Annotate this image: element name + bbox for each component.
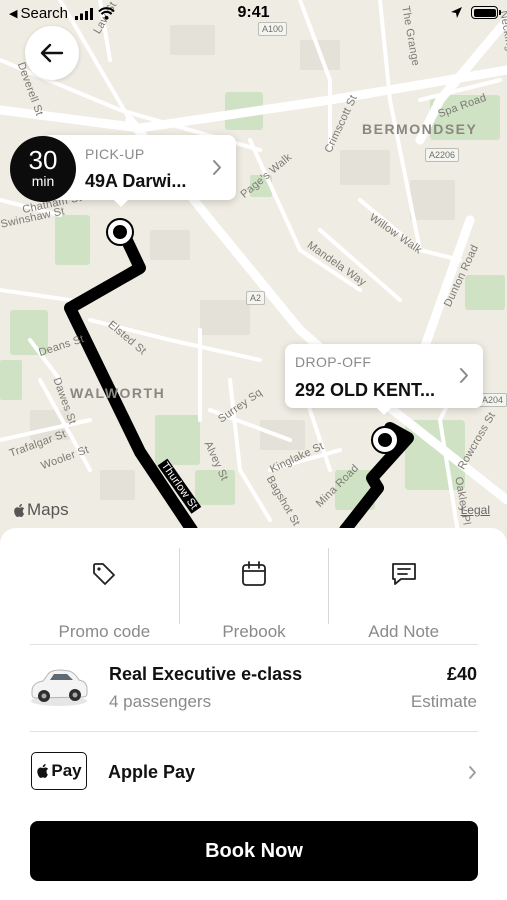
apple-pay-badge-text: Pay (51, 761, 82, 780)
quick-actions: Promo code Prebook Add Note (30, 548, 478, 641)
passenger-count: 4 passengers (109, 692, 212, 711)
apple-logo-icon (37, 763, 49, 778)
booking-sheet: Promo code Prebook Add Note Real Executi… (0, 528, 507, 900)
card-pointer (376, 407, 392, 415)
promo-code-label: Promo code (58, 622, 151, 641)
eta-unit: min (31, 173, 55, 189)
book-now-button[interactable]: Book Now (30, 821, 478, 881)
road-badge: A2 (246, 291, 266, 305)
map-background (0, 0, 507, 545)
pickup-address: 49A Darwi... (85, 171, 187, 191)
dropoff-card[interactable]: DROP-OFF 292 OLD KENT... (285, 344, 483, 415)
dropoff-address: 292 OLD KENT... (295, 380, 436, 400)
legal-link[interactable]: Legal (461, 503, 490, 517)
battery-icon (471, 6, 501, 19)
maps-attribution: Maps (13, 500, 69, 520)
add-note-label: Add Note (368, 622, 440, 641)
clock: 9:41 (237, 4, 270, 21)
route-map[interactable]: Deverell St Chatham St Elsted St Deans S… (0, 0, 507, 545)
chevron-right-icon (469, 766, 476, 779)
apple-pay-badge: Pay (31, 752, 87, 790)
tag-icon (93, 563, 116, 585)
apple-logo-icon (14, 503, 25, 517)
eta-value: 30 (28, 145, 58, 175)
divider (30, 644, 478, 645)
arrow-left-icon (40, 43, 64, 63)
payment-method-label: Apple Pay (108, 762, 196, 782)
fare-price: £40 (446, 664, 477, 684)
vehicle-image (31, 669, 88, 706)
area-label-walworth: WALWORTH (70, 385, 166, 401)
add-note-button[interactable]: Add Note (329, 548, 478, 641)
fare-note: Estimate (410, 692, 477, 711)
chevron-right-icon (460, 368, 468, 383)
note-icon (391, 563, 416, 585)
calendar-icon (242, 561, 266, 586)
eta-badge: 30 min (10, 136, 76, 202)
maps-brand: Maps (27, 500, 69, 519)
chevron-right-icon (213, 160, 221, 175)
status-bar: ◀ Search 9:41 (0, 0, 507, 28)
divider (30, 731, 478, 732)
vehicle-name: Real Executive e-class (109, 664, 303, 684)
road-badge: A2206 (425, 148, 460, 162)
prebook-button[interactable]: Prebook (180, 548, 329, 641)
card-pointer (113, 199, 129, 207)
prebook-label: Prebook (222, 622, 286, 641)
location-arrow-icon (451, 7, 462, 18)
dropoff-label: DROP-OFF (295, 354, 372, 370)
promo-code-button[interactable]: Promo code (30, 548, 179, 641)
area-label-bermondsey: BERMONDSEY (362, 121, 478, 137)
pickup-label: PICK-UP (85, 146, 145, 162)
back-button[interactable] (25, 26, 79, 80)
